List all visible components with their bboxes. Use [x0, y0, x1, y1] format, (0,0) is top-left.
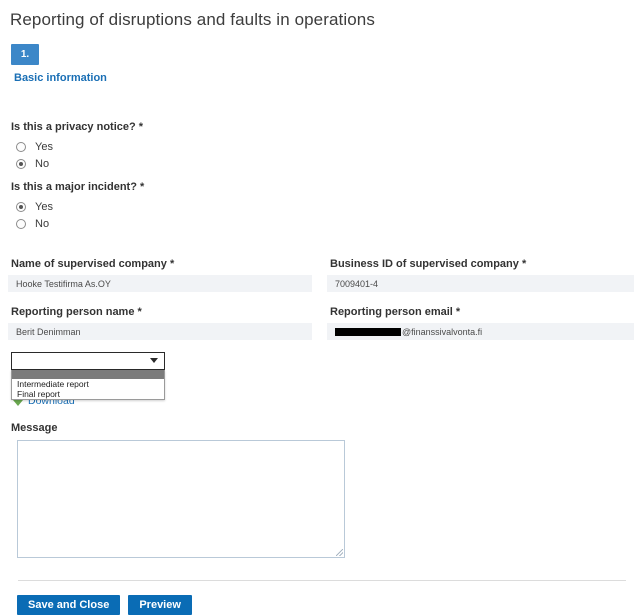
- report-type-select-area: Intermediate report Final report: [11, 352, 165, 370]
- radio-icon-checked[interactable]: [16, 159, 26, 169]
- dropdown-option-intermediate-report[interactable]: Intermediate report: [12, 379, 164, 389]
- radio-privacy-notice-yes[interactable]: Yes: [16, 138, 634, 155]
- business-id-input[interactable]: 7009401-4: [327, 275, 634, 292]
- radio-privacy-notice-no-label: No: [35, 158, 49, 170]
- report-type-dropdown-list[interactable]: Intermediate report Final report: [11, 370, 165, 400]
- company-name-input[interactable]: Hooke Testifirma As.OY: [8, 275, 312, 292]
- field-column-left: Name of supervised company * Hooke Testi…: [8, 258, 321, 340]
- field-grid: Name of supervised company * Hooke Testi…: [8, 258, 634, 340]
- preview-button[interactable]: Preview: [128, 595, 192, 615]
- radio-icon-unchecked[interactable]: [16, 142, 26, 152]
- question-major-incident: Is this a major incident? * Yes No: [11, 181, 634, 232]
- resize-handle[interactable]: [336, 549, 343, 556]
- step-label-basic-information[interactable]: Basic information: [14, 72, 634, 84]
- person-email-label: Reporting person email *: [330, 306, 634, 318]
- question-privacy-notice-label: Is this a privacy notice? *: [11, 121, 634, 133]
- spacer: [8, 172, 634, 181]
- page-title: Reporting of disruptions and faults in o…: [8, 0, 634, 30]
- radio-icon-unchecked[interactable]: [16, 219, 26, 229]
- company-name-label: Name of supervised company *: [11, 258, 312, 270]
- field-column-right: Business ID of supervised company * 7009…: [321, 258, 634, 340]
- dropdown-option-final-report[interactable]: Final report: [12, 389, 164, 399]
- question-major-incident-label: Is this a major incident? *: [11, 181, 634, 193]
- save-and-close-button[interactable]: Save and Close: [17, 595, 120, 615]
- person-email-input[interactable]: @finanssivalvonta.fi: [327, 323, 634, 340]
- person-name-input[interactable]: Berit Denimman: [8, 323, 312, 340]
- radio-privacy-notice-no[interactable]: No: [16, 155, 634, 172]
- radio-major-incident-yes-label: Yes: [35, 201, 53, 213]
- report-type-select[interactable]: [11, 352, 165, 370]
- footer-actions: Save and Close Preview: [17, 595, 634, 615]
- radio-major-incident-yes[interactable]: Yes: [16, 198, 634, 215]
- radio-privacy-notice-yes-label: Yes: [35, 141, 53, 153]
- form-page: Reporting of disruptions and faults in o…: [0, 0, 642, 603]
- person-name-label: Reporting person name *: [11, 306, 312, 318]
- stepper: 1. Basic information: [11, 44, 634, 84]
- footer-divider: [18, 580, 626, 581]
- redaction-bar: [335, 328, 401, 336]
- radio-major-incident-no[interactable]: No: [16, 215, 634, 232]
- chevron-down-icon: [150, 358, 158, 363]
- radio-major-incident-no-label: No: [35, 218, 49, 230]
- message-label: Message: [11, 422, 634, 434]
- business-id-label: Business ID of supervised company *: [330, 258, 634, 270]
- dropdown-option-blank[interactable]: [12, 370, 164, 379]
- message-textarea[interactable]: [17, 440, 345, 558]
- radio-icon-checked[interactable]: [16, 202, 26, 212]
- person-email-domain: @finanssivalvonta.fi: [402, 327, 482, 337]
- question-privacy-notice: Is this a privacy notice? * Yes No: [11, 121, 634, 172]
- step-badge-1[interactable]: 1.: [11, 44, 39, 65]
